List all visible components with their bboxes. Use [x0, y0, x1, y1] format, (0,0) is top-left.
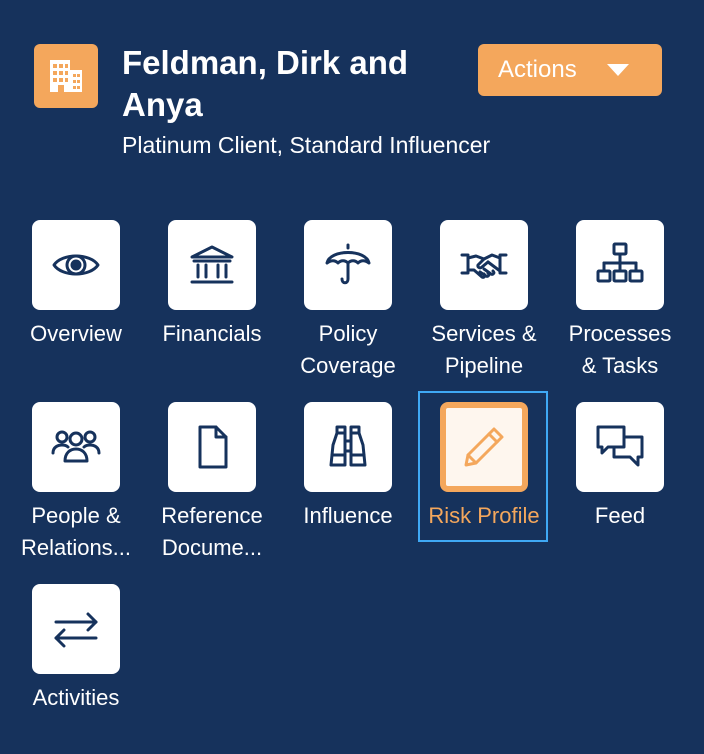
umbrella-icon — [304, 220, 392, 310]
tile-financials[interactable]: Financials — [144, 220, 280, 390]
record-title: Feldman, Dirk and Anya — [122, 44, 409, 123]
tile-label: Services & Pipeline — [431, 321, 537, 378]
handshake-icon — [440, 220, 528, 310]
tile-policy-coverage[interactable]: Policy Coverage — [280, 220, 416, 390]
tile-label: Influence — [303, 503, 393, 528]
tile-activities[interactable]: Activities — [8, 584, 144, 754]
tile-label: Overview — [30, 321, 122, 346]
tile-people-relationships[interactable]: People & Relations... — [8, 402, 144, 572]
tile-feed[interactable]: Feed — [552, 402, 688, 572]
tile-label: Policy Coverage — [300, 321, 396, 378]
pencil-icon — [440, 402, 528, 492]
record-page: Feldman, Dirk and Anya Platinum Client, … — [0, 0, 704, 754]
actions-button-label: Actions — [498, 56, 577, 83]
tile-label: Processes & Tasks — [568, 321, 672, 378]
tile-services-pipeline[interactable]: Services & Pipeline — [416, 220, 552, 390]
caret-down-icon — [606, 64, 629, 76]
building-icon — [34, 44, 98, 108]
hierarchy-icon — [576, 220, 664, 310]
swap-arrows-icon — [32, 584, 120, 674]
eye-icon — [32, 220, 120, 310]
tile-label: Risk Profile — [428, 503, 540, 528]
record-subtitle: Platinum Client, Standard Influencer — [122, 132, 491, 158]
tile-label: Feed — [594, 503, 646, 528]
document-icon — [168, 402, 256, 492]
people-icon — [32, 402, 120, 492]
tile-overview[interactable]: Overview — [8, 220, 144, 390]
chat-bubbles-icon — [576, 402, 664, 492]
tile-processes-tasks[interactable]: Processes & Tasks — [552, 220, 688, 390]
tile-risk-profile[interactable]: Risk Profile — [416, 402, 552, 572]
tile-label: Activities — [32, 685, 120, 710]
tile-influence[interactable]: Influence — [280, 402, 416, 572]
binoculars-icon — [304, 402, 392, 492]
actions-button[interactable]: Actions — [478, 44, 662, 96]
tile-label: Reference Docume... — [161, 503, 263, 560]
tile-label: People & Relations... — [20, 503, 132, 560]
tile-reference-documents[interactable]: Reference Docume... — [144, 402, 280, 572]
bank-icon — [168, 220, 256, 310]
tile-label: Financials — [162, 321, 262, 346]
